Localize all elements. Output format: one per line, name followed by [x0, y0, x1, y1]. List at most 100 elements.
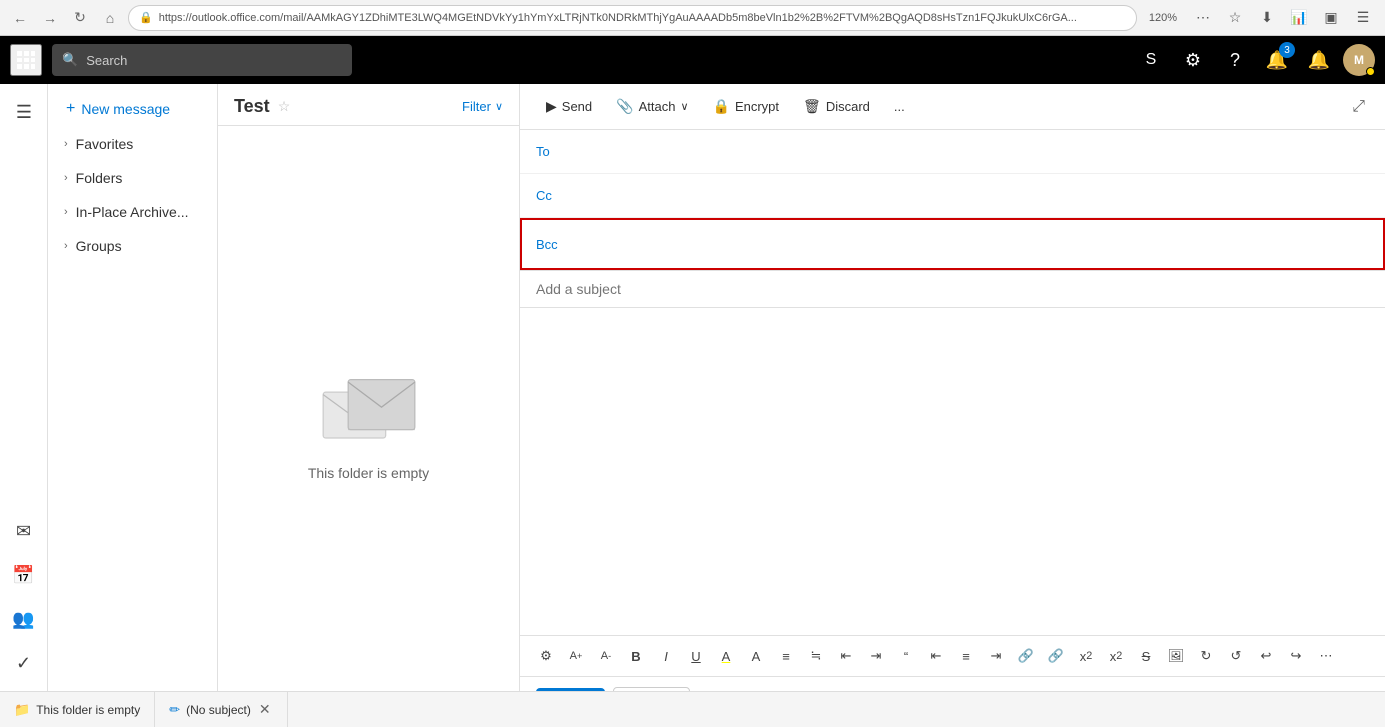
compose-panel: ▶ Send 📎 Attach ∨ 🔒 Encrypt 🗑 Discard ..…: [520, 84, 1385, 727]
highlight-button[interactable]: A: [712, 642, 740, 670]
tab-folder-empty[interactable]: 📁 This folder is empty: [0, 692, 155, 727]
calendar-bottom-button[interactable]: 📅: [4, 555, 44, 595]
forward-button[interactable]: →: [38, 6, 62, 30]
discard-toolbar-button[interactable]: 🗑 Discard: [793, 92, 880, 121]
chevron-icon-archive: ›: [64, 206, 68, 218]
people-bottom-button[interactable]: 👥: [4, 599, 44, 639]
collections-icon[interactable]: 📊: [1285, 4, 1313, 32]
expand-compose-button[interactable]: ⤢: [1348, 94, 1369, 120]
more-toolbar-button[interactable]: ...: [884, 93, 915, 120]
chevron-icon-favorites: ›: [64, 138, 68, 150]
filter-label: Filter: [462, 99, 491, 114]
skype-button[interactable]: S: [1133, 42, 1169, 78]
folder-tab-icon: 📁: [14, 702, 30, 718]
superscript-button[interactable]: x2: [1072, 642, 1100, 670]
cc-input[interactable]: [571, 188, 1369, 204]
star-icon[interactable]: ☆: [278, 98, 291, 115]
refresh-button[interactable]: ↻: [68, 6, 92, 30]
more-format-button[interactable]: ⋯: [1312, 642, 1340, 670]
cc-row: Cc: [520, 174, 1385, 218]
subject-input[interactable]: [536, 281, 1369, 297]
compose-toolbar: ▶ Send 📎 Attach ∨ 🔒 Encrypt 🗑 Discard ..…: [520, 84, 1385, 130]
left-nav: + New message › Favorites › Folders › In…: [48, 84, 218, 727]
folder-header: Test ☆ Filter ∨: [218, 84, 519, 126]
archive-label: In-Place Archive...: [76, 204, 189, 220]
more-toolbar-label: ...: [894, 99, 905, 114]
split-view-icon[interactable]: ▣: [1317, 4, 1345, 32]
insert-link-button[interactable]: 🔗: [1012, 642, 1040, 670]
help-button[interactable]: ?: [1217, 42, 1253, 78]
mail-bottom-button[interactable]: ✉: [4, 511, 44, 551]
redo-button[interactable]: ↪: [1282, 642, 1310, 670]
groups-label: Groups: [76, 238, 122, 254]
align-left-button[interactable]: ⇤: [922, 642, 950, 670]
tab-folder-label: This folder is empty: [36, 703, 140, 717]
filter-button[interactable]: Filter ∨: [462, 99, 503, 114]
notification-badge: 3: [1279, 42, 1295, 58]
recipients-area: To Cc Bcc: [520, 130, 1385, 271]
italic-button[interactable]: I: [652, 642, 680, 670]
new-message-label: New message: [81, 101, 170, 117]
sidebar-item-groups[interactable]: › Groups: [52, 230, 213, 262]
subscript-button[interactable]: x2: [1102, 642, 1130, 670]
tab-no-subject-label: (No subject): [186, 703, 251, 717]
folder-empty-state: This folder is empty: [218, 126, 519, 727]
home-button[interactable]: ⌂: [98, 6, 122, 30]
tab-close-button[interactable]: ✕: [257, 699, 273, 720]
align-center-button[interactable]: ≡: [952, 642, 980, 670]
bcc-label: Bcc: [536, 237, 571, 252]
more-tools-icon[interactable]: ☰: [1349, 4, 1377, 32]
sidebar-menu-toggle[interactable]: ☰: [0, 92, 48, 132]
settings-button[interactable]: ⚙: [1175, 42, 1211, 78]
waffle-menu-button[interactable]: [10, 44, 42, 76]
font-size-decrease-button[interactable]: A-: [592, 642, 620, 670]
search-box[interactable]: 🔍 Search: [52, 44, 352, 76]
strikethrough-button[interactable]: S: [1132, 642, 1160, 670]
browser-right-controls: ⋯ ☆ ⬇ 📊 ▣ ☰: [1189, 4, 1377, 32]
folder-title: Test: [234, 96, 270, 117]
insert-image-button[interactable]: 🖼: [1162, 642, 1190, 670]
compose-body[interactable]: [520, 308, 1385, 635]
attach-toolbar-label: Attach: [639, 99, 676, 114]
todo-bottom-button[interactable]: ✓: [4, 643, 44, 683]
sidebar-item-folders[interactable]: › Folders: [52, 162, 213, 194]
bcc-input[interactable]: [571, 236, 1369, 252]
font-color-button[interactable]: A: [742, 642, 770, 670]
attach-toolbar-button[interactable]: 📎 Attach ∨: [606, 92, 698, 121]
send-toolbar-button[interactable]: ▶ Send: [536, 92, 602, 121]
encrypt-toolbar-button[interactable]: 🔒 Encrypt: [703, 92, 790, 121]
avatar-button[interactable]: M: [1343, 44, 1375, 76]
sidebar-item-favorites[interactable]: › Favorites: [52, 128, 213, 160]
increase-indent-button[interactable]: ⇥: [862, 642, 890, 670]
format-more-button[interactable]: ⚙: [532, 642, 560, 670]
tab-no-subject[interactable]: ✏ (No subject) ✕: [155, 692, 287, 727]
quote-button[interactable]: “: [892, 642, 920, 670]
undo-button[interactable]: ↩: [1252, 642, 1280, 670]
favorites-button[interactable]: ☆: [1221, 4, 1249, 32]
back-button[interactable]: ←: [8, 6, 32, 30]
new-message-button[interactable]: + New message: [54, 92, 211, 126]
bullets-button[interactable]: ≡: [772, 642, 800, 670]
remove-link-button[interactable]: 🔗: [1042, 642, 1070, 670]
header-right-icons: S ⚙ ? 🔔 3 🔔 M: [1133, 42, 1375, 78]
to-input[interactable]: [571, 144, 1369, 160]
underline-button[interactable]: U: [682, 642, 710, 670]
download-icon[interactable]: ⬇: [1253, 4, 1281, 32]
extensions-button[interactable]: ⋯: [1189, 4, 1217, 32]
attach-chevron-icon: ∨: [680, 100, 688, 113]
send-icon: ▶: [546, 98, 557, 115]
decrease-indent-button[interactable]: ⇤: [832, 642, 860, 670]
address-bar[interactable]: 🔒 https://outlook.office.com/mail/AAMkAG…: [128, 5, 1137, 31]
format-toolbar: ⚙ A+ A- B I U A A ≡ ≒ ⇤ ⇥ “ ⇤ ≡ ⇥ 🔗 🔗 x2…: [520, 635, 1385, 676]
bold-button[interactable]: B: [622, 642, 650, 670]
alerts-button[interactable]: 🔔: [1301, 42, 1337, 78]
font-size-increase-button[interactable]: A+: [562, 642, 590, 670]
sidebar-item-inplace-archive[interactable]: › In-Place Archive...: [52, 196, 213, 228]
avatar-initials: M: [1354, 53, 1364, 67]
to-row: To: [520, 130, 1385, 174]
align-right-button[interactable]: ⇥: [982, 642, 1010, 670]
ltr-button[interactable]: ↻: [1192, 642, 1220, 670]
rtl-button[interactable]: ↺: [1222, 642, 1250, 670]
main-layout: ☰ + New message › Favorites › Folders › …: [0, 84, 1385, 727]
numbering-button[interactable]: ≒: [802, 642, 830, 670]
